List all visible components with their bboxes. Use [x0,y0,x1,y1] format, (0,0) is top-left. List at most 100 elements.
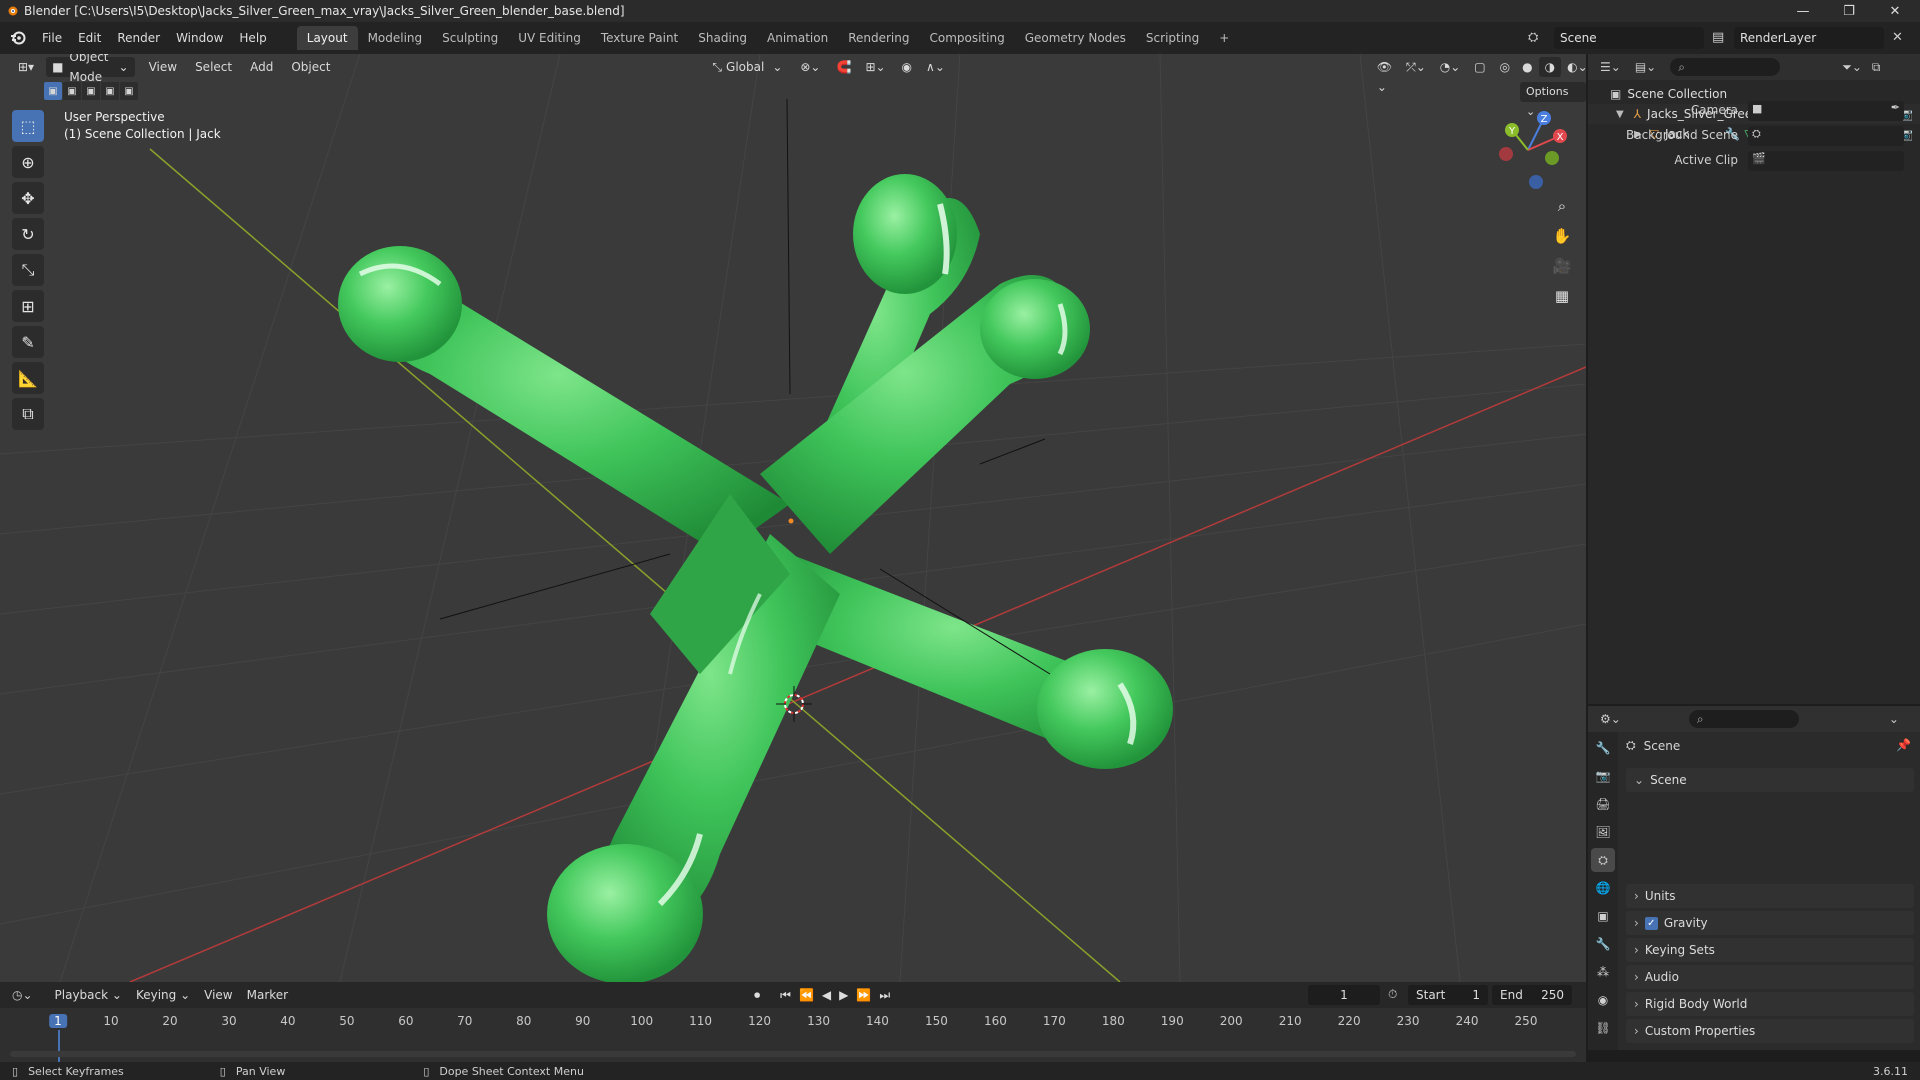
pin-icon[interactable]: 📌 [1896,738,1911,752]
current-frame-field[interactable]: 1 [1308,985,1380,1005]
tool-tab-icon[interactable]: 🔧 [1591,736,1615,760]
outliner-editor-icon[interactable]: ☰⌄ [1600,60,1621,74]
editor-type-icon[interactable]: ⊞▾ [12,57,40,77]
play-icon[interactable]: ▶ [839,988,848,1002]
blender-menu-icon[interactable] [10,30,26,46]
timeline-scrollbar[interactable] [10,1051,1576,1057]
ortho-grid-icon[interactable]: ▦ [1548,282,1576,310]
tab-texture-paint[interactable]: Texture Paint [591,26,688,50]
pivot-icon[interactable]: ⊗⌄ [794,57,826,77]
properties-editor-icon[interactable]: ⚙⌄ [1600,712,1621,726]
jump-end-icon[interactable]: ⏭ [879,988,890,1003]
timeline-menu-view[interactable]: View [198,985,238,1005]
orientation-selector[interactable]: ⤡ Global ⌄ [706,57,788,77]
properties-search-input[interactable]: ⌕ [1688,710,1799,728]
outliner-search-input[interactable]: ⌕ [1670,58,1781,76]
timeline-menu-playback[interactable]: Playback ⌄ [49,985,128,1005]
tab-shading[interactable]: Shading [688,26,757,50]
tab-animation[interactable]: Animation [757,26,838,50]
tab-layout[interactable]: Layout [296,26,358,50]
view-layer-selector[interactable]: RenderLayer [1734,27,1884,49]
filter-icon[interactable]: ⏷⌄ [1842,60,1862,75]
gravity-checkbox[interactable]: ✓ [1644,916,1658,930]
tab-scripting[interactable]: Scripting [1136,26,1209,50]
cursor-tool[interactable]: ⊕ [12,146,44,178]
select-intersect-icon[interactable]: ▣ [120,82,138,100]
xray-icon[interactable]: ▢ [1468,57,1491,77]
timeline-editor[interactable]: ◷⌄ Playback ⌄ Keying ⌄ View Marker ⏺ ⏮ ⏪… [0,982,1586,1062]
rigid-body-world-panel[interactable]: › Rigid Body World [1626,992,1914,1016]
select-invert-icon[interactable]: ▣ [101,82,119,100]
remove-view-layer-icon[interactable]: ✕ [1892,30,1903,45]
record-icon[interactable]: ⏺ [754,988,760,1003]
start-frame-field[interactable]: Start 1 [1408,985,1488,1005]
scene-icon[interactable]: ⛭ [1528,30,1538,45]
view-layer-icon[interactable]: ▤ [1712,30,1724,45]
tab-compositing[interactable]: Compositing [919,26,1014,50]
navigation-gizmo[interactable]: Z X Y [1490,110,1570,190]
timeline-menu-marker[interactable]: Marker [241,985,294,1005]
material-shading-icon[interactable]: ◑ [1538,57,1562,77]
options-button[interactable]: Options ⌄ [1520,82,1586,118]
end-frame-field[interactable]: End 250 [1492,985,1572,1005]
custom-properties-panel[interactable]: › Custom Properties [1626,1019,1914,1043]
scale-tool[interactable]: ⤡ [12,254,44,286]
falloff-icon[interactable]: ∧⌄ [920,57,951,77]
move-tool[interactable]: ✥ [12,182,44,214]
tab-rendering[interactable]: Rendering [838,26,919,50]
visibility-icon[interactable]: 👁⌄ [1371,57,1398,94]
rendered-shading-icon[interactable]: ◐⌄ [1561,57,1586,77]
active-clip-field[interactable]: 🎬 [1748,151,1904,171]
background-scene-field[interactable]: ⛭ [1748,126,1904,146]
modifier-tab-icon[interactable]: 🔧 [1591,932,1615,956]
timeline-menu-keying[interactable]: Keying ⌄ [130,985,196,1005]
play-reverse-icon[interactable]: ◀ [822,988,831,1002]
gravity-panel[interactable]: › ✓ Gravity [1626,911,1914,935]
timeline-editor-icon[interactable]: ◷⌄ [12,988,33,1002]
particles-tab-icon[interactable]: ⁂ [1591,960,1615,984]
output-tab-icon[interactable]: 🖨 [1591,792,1615,816]
stopwatch-icon[interactable]: ⏱ [1388,987,1397,1002]
menu-edit[interactable]: Edit [70,27,109,49]
mode-selector[interactable]: ■ Object Mode ⌄ [46,54,135,84]
constraints-tab-icon[interactable]: ⛓ [1591,1016,1615,1040]
tab-geometry-nodes[interactable]: Geometry Nodes [1015,26,1136,50]
minimize-button[interactable]: — [1780,0,1826,22]
pan-hand-icon[interactable]: ✋ [1548,222,1576,250]
menu-file[interactable]: File [34,27,70,49]
audio-panel[interactable]: › Audio [1626,965,1914,989]
transform-tool[interactable]: ⊞ [12,290,44,322]
add-workspace-button[interactable]: + [1209,26,1239,50]
units-panel[interactable]: › Units [1626,884,1914,908]
snap-target-icon[interactable]: ⊞⌄ [859,57,891,77]
select-subtract-icon[interactable]: ▣ [82,82,100,100]
scene-selector[interactable]: Scene [1554,27,1704,49]
zoom-icon[interactable]: ⌕ [1548,192,1576,220]
close-button[interactable]: ✕ [1872,0,1918,22]
viewport-menu-select[interactable]: Select [189,57,238,77]
add-cube-tool[interactable]: ⧉ [12,398,44,430]
snap-icon[interactable]: 🧲 [830,57,857,77]
scene-panel-header[interactable]: ⌄ Scene [1626,768,1914,792]
viewport-menu-add[interactable]: Add [244,57,279,77]
viewport-menu-object[interactable]: Object [285,57,336,77]
select-extend-icon[interactable]: ▣ [63,82,81,100]
scene-tab-icon[interactable]: ⛭ [1591,848,1615,872]
select-box-tool[interactable]: ⬚ [12,110,44,142]
jump-keyframe-forward-icon[interactable]: ⏩ [856,988,871,1002]
tab-sculpting[interactable]: Sculpting [432,26,508,50]
wireframe-shading-icon[interactable]: ◎ [1494,57,1516,77]
world-tab-icon[interactable]: 🌐 [1591,876,1615,900]
display-mode-icon[interactable]: ▤⌄ [1635,60,1656,74]
jack-object[interactable] [338,174,1173,982]
camera-view-icon[interactable]: 🎥 [1548,252,1576,280]
new-collection-icon[interactable]: ⧉ [1872,60,1881,75]
tab-uv-editing[interactable]: UV Editing [508,26,591,50]
jump-keyframe-back-icon[interactable]: ⏪ [799,988,814,1002]
physics-tab-icon[interactable]: ◉ [1591,988,1615,1012]
camera-field[interactable]: ■ ✒ [1748,101,1904,121]
measure-tool[interactable]: 📐 [12,362,44,394]
jump-start-icon[interactable]: ⏮ [780,988,791,1003]
object-tab-icon[interactable]: ▣ [1591,904,1615,928]
gizmo-toggle-icon[interactable]: ⤱⌄ [1400,57,1432,77]
